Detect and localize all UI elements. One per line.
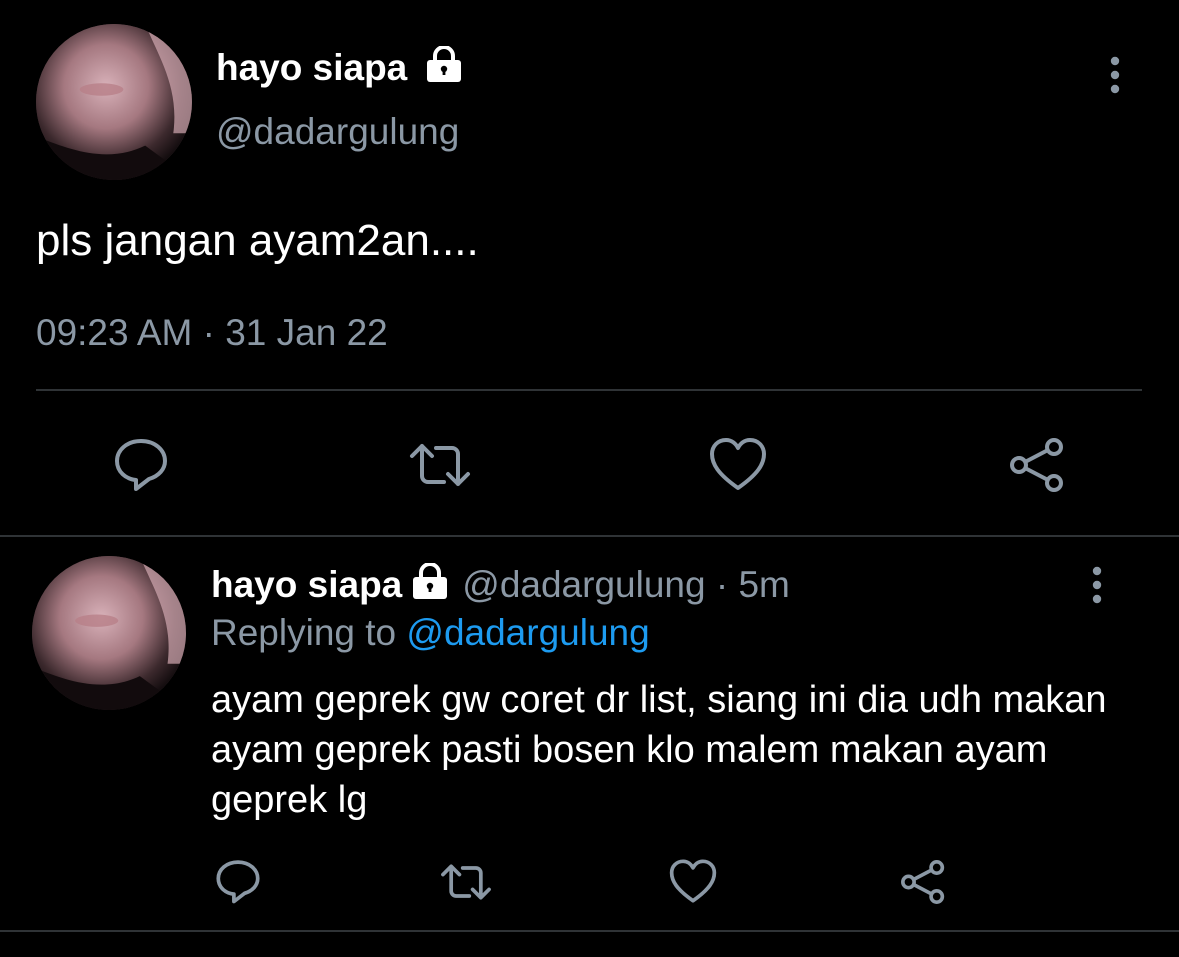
lock-icon bbox=[424, 46, 464, 82]
heart-icon[interactable] bbox=[668, 858, 718, 904]
avatar[interactable] bbox=[32, 556, 186, 710]
replying-to-handle[interactable]: @dadargulung bbox=[406, 612, 649, 653]
retweet-icon[interactable] bbox=[438, 861, 494, 903]
author-name-text: hayo siapa bbox=[216, 47, 408, 88]
reply-icon[interactable] bbox=[214, 858, 262, 904]
divider bbox=[36, 389, 1142, 391]
avatar-photo bbox=[36, 24, 192, 180]
retweet-icon[interactable] bbox=[406, 440, 474, 490]
share-icon[interactable] bbox=[898, 858, 948, 906]
heart-icon[interactable] bbox=[708, 436, 768, 492]
author-handle[interactable]: @dadargulung bbox=[216, 111, 459, 153]
avatar-photo bbox=[32, 556, 186, 710]
tweet-text: ayam geprek gw coret dr list, siang ini … bbox=[211, 679, 1107, 821]
share-icon[interactable] bbox=[1006, 436, 1068, 494]
replying-to-label: Replying to bbox=[211, 612, 397, 653]
time-ago[interactable]: · 5m bbox=[716, 564, 790, 605]
reply-icon[interactable] bbox=[112, 436, 170, 492]
more-vertical-icon[interactable] bbox=[1100, 52, 1130, 98]
replying-to: Replying to @dadargulung bbox=[211, 612, 650, 654]
reply-header: hayo siapa @dadargulung · 5m bbox=[211, 563, 790, 606]
more-vertical-icon[interactable] bbox=[1082, 562, 1112, 608]
tweet-timestamp[interactable]: 09:23 AM · 31 Jan 22 bbox=[36, 312, 388, 354]
divider bbox=[0, 535, 1179, 537]
tweet-text: pls jangan ayam2an.... bbox=[36, 216, 479, 265]
lock-icon bbox=[410, 563, 450, 599]
author-handle[interactable]: @dadargulung bbox=[462, 564, 705, 605]
author-name[interactable]: hayo siapa bbox=[211, 564, 402, 605]
author-name[interactable]: hayo siapa bbox=[216, 46, 464, 89]
divider bbox=[0, 930, 1179, 932]
avatar[interactable] bbox=[36, 24, 192, 180]
